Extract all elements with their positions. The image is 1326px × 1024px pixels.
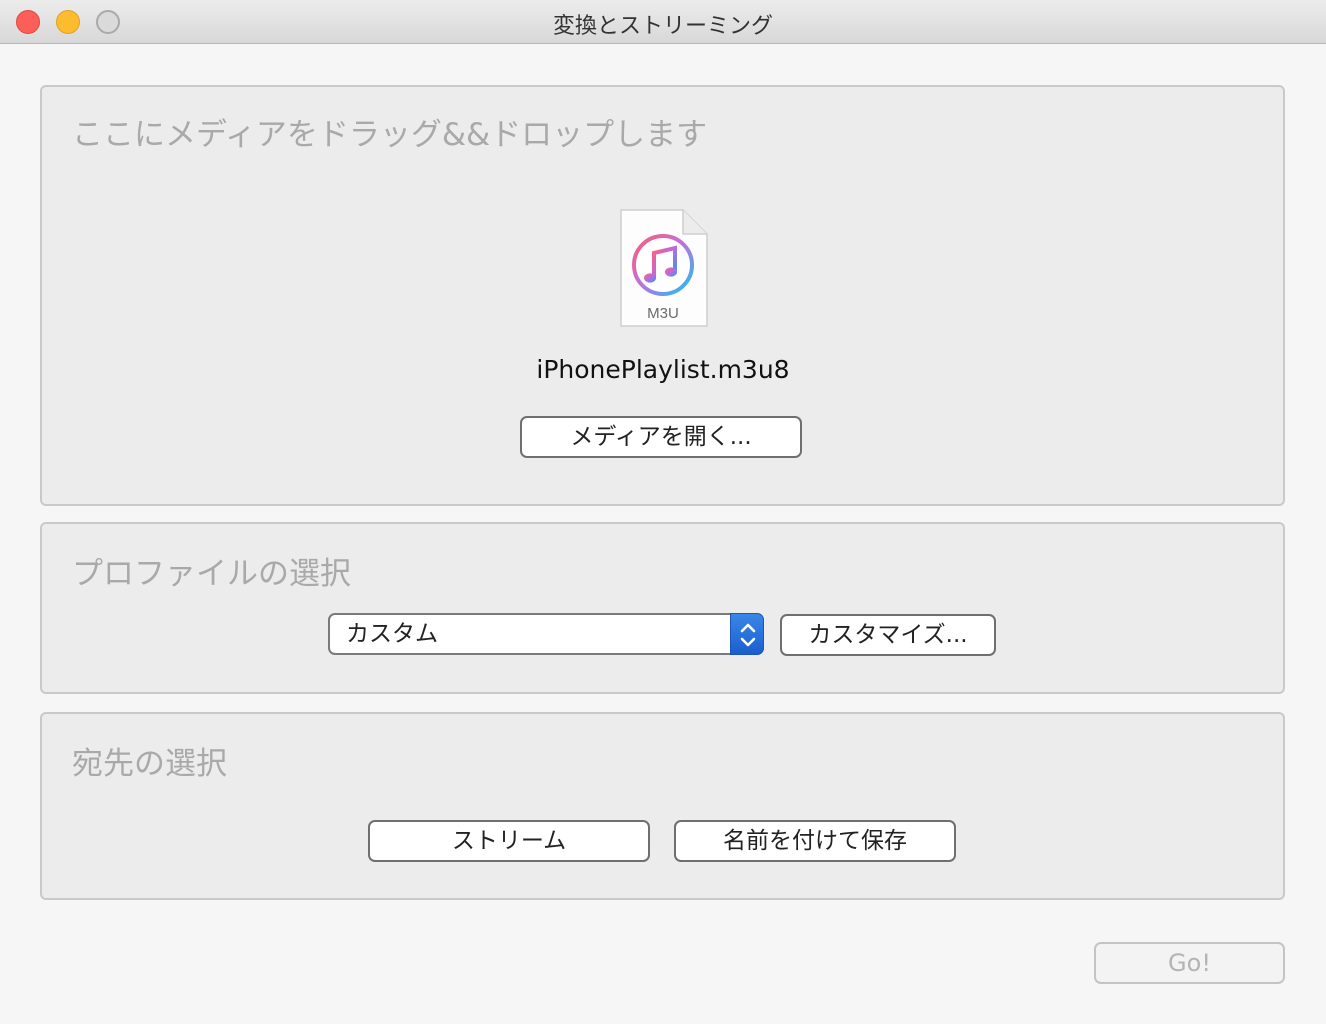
go-button[interactable]: Go!: [1094, 942, 1285, 984]
save-as-button[interactable]: 名前を付けて保存: [674, 820, 956, 862]
customize-button[interactable]: カスタマイズ...: [780, 614, 996, 656]
selected-file-name: iPhonePlaylist.m3u8: [536, 355, 790, 384]
open-media-button[interactable]: メディアを開く...: [520, 416, 802, 458]
profile-select-value: カスタム: [346, 621, 438, 647]
destination-section-title: 宛先の選択: [72, 746, 227, 782]
window-title: 変換とストリーミング: [552, 14, 773, 39]
stream-button[interactable]: ストリーム: [368, 820, 650, 862]
select-arrows-icon: [730, 613, 764, 655]
profile-section-title: プロファイルの選択: [72, 556, 351, 592]
title-bar: 変換とストリーミング: [0, 0, 1326, 44]
profile-select[interactable]: カスタム: [328, 613, 764, 655]
destination-section: 宛先の選択: [40, 712, 1285, 900]
media-drop-title: ここにメディアをドラッグ&&ドロップします: [72, 117, 708, 153]
profile-section: プロファイルの選択: [40, 522, 1285, 694]
file-icon-label: M3U: [647, 305, 679, 322]
m3u-file-icon: M3U: [620, 209, 708, 327]
